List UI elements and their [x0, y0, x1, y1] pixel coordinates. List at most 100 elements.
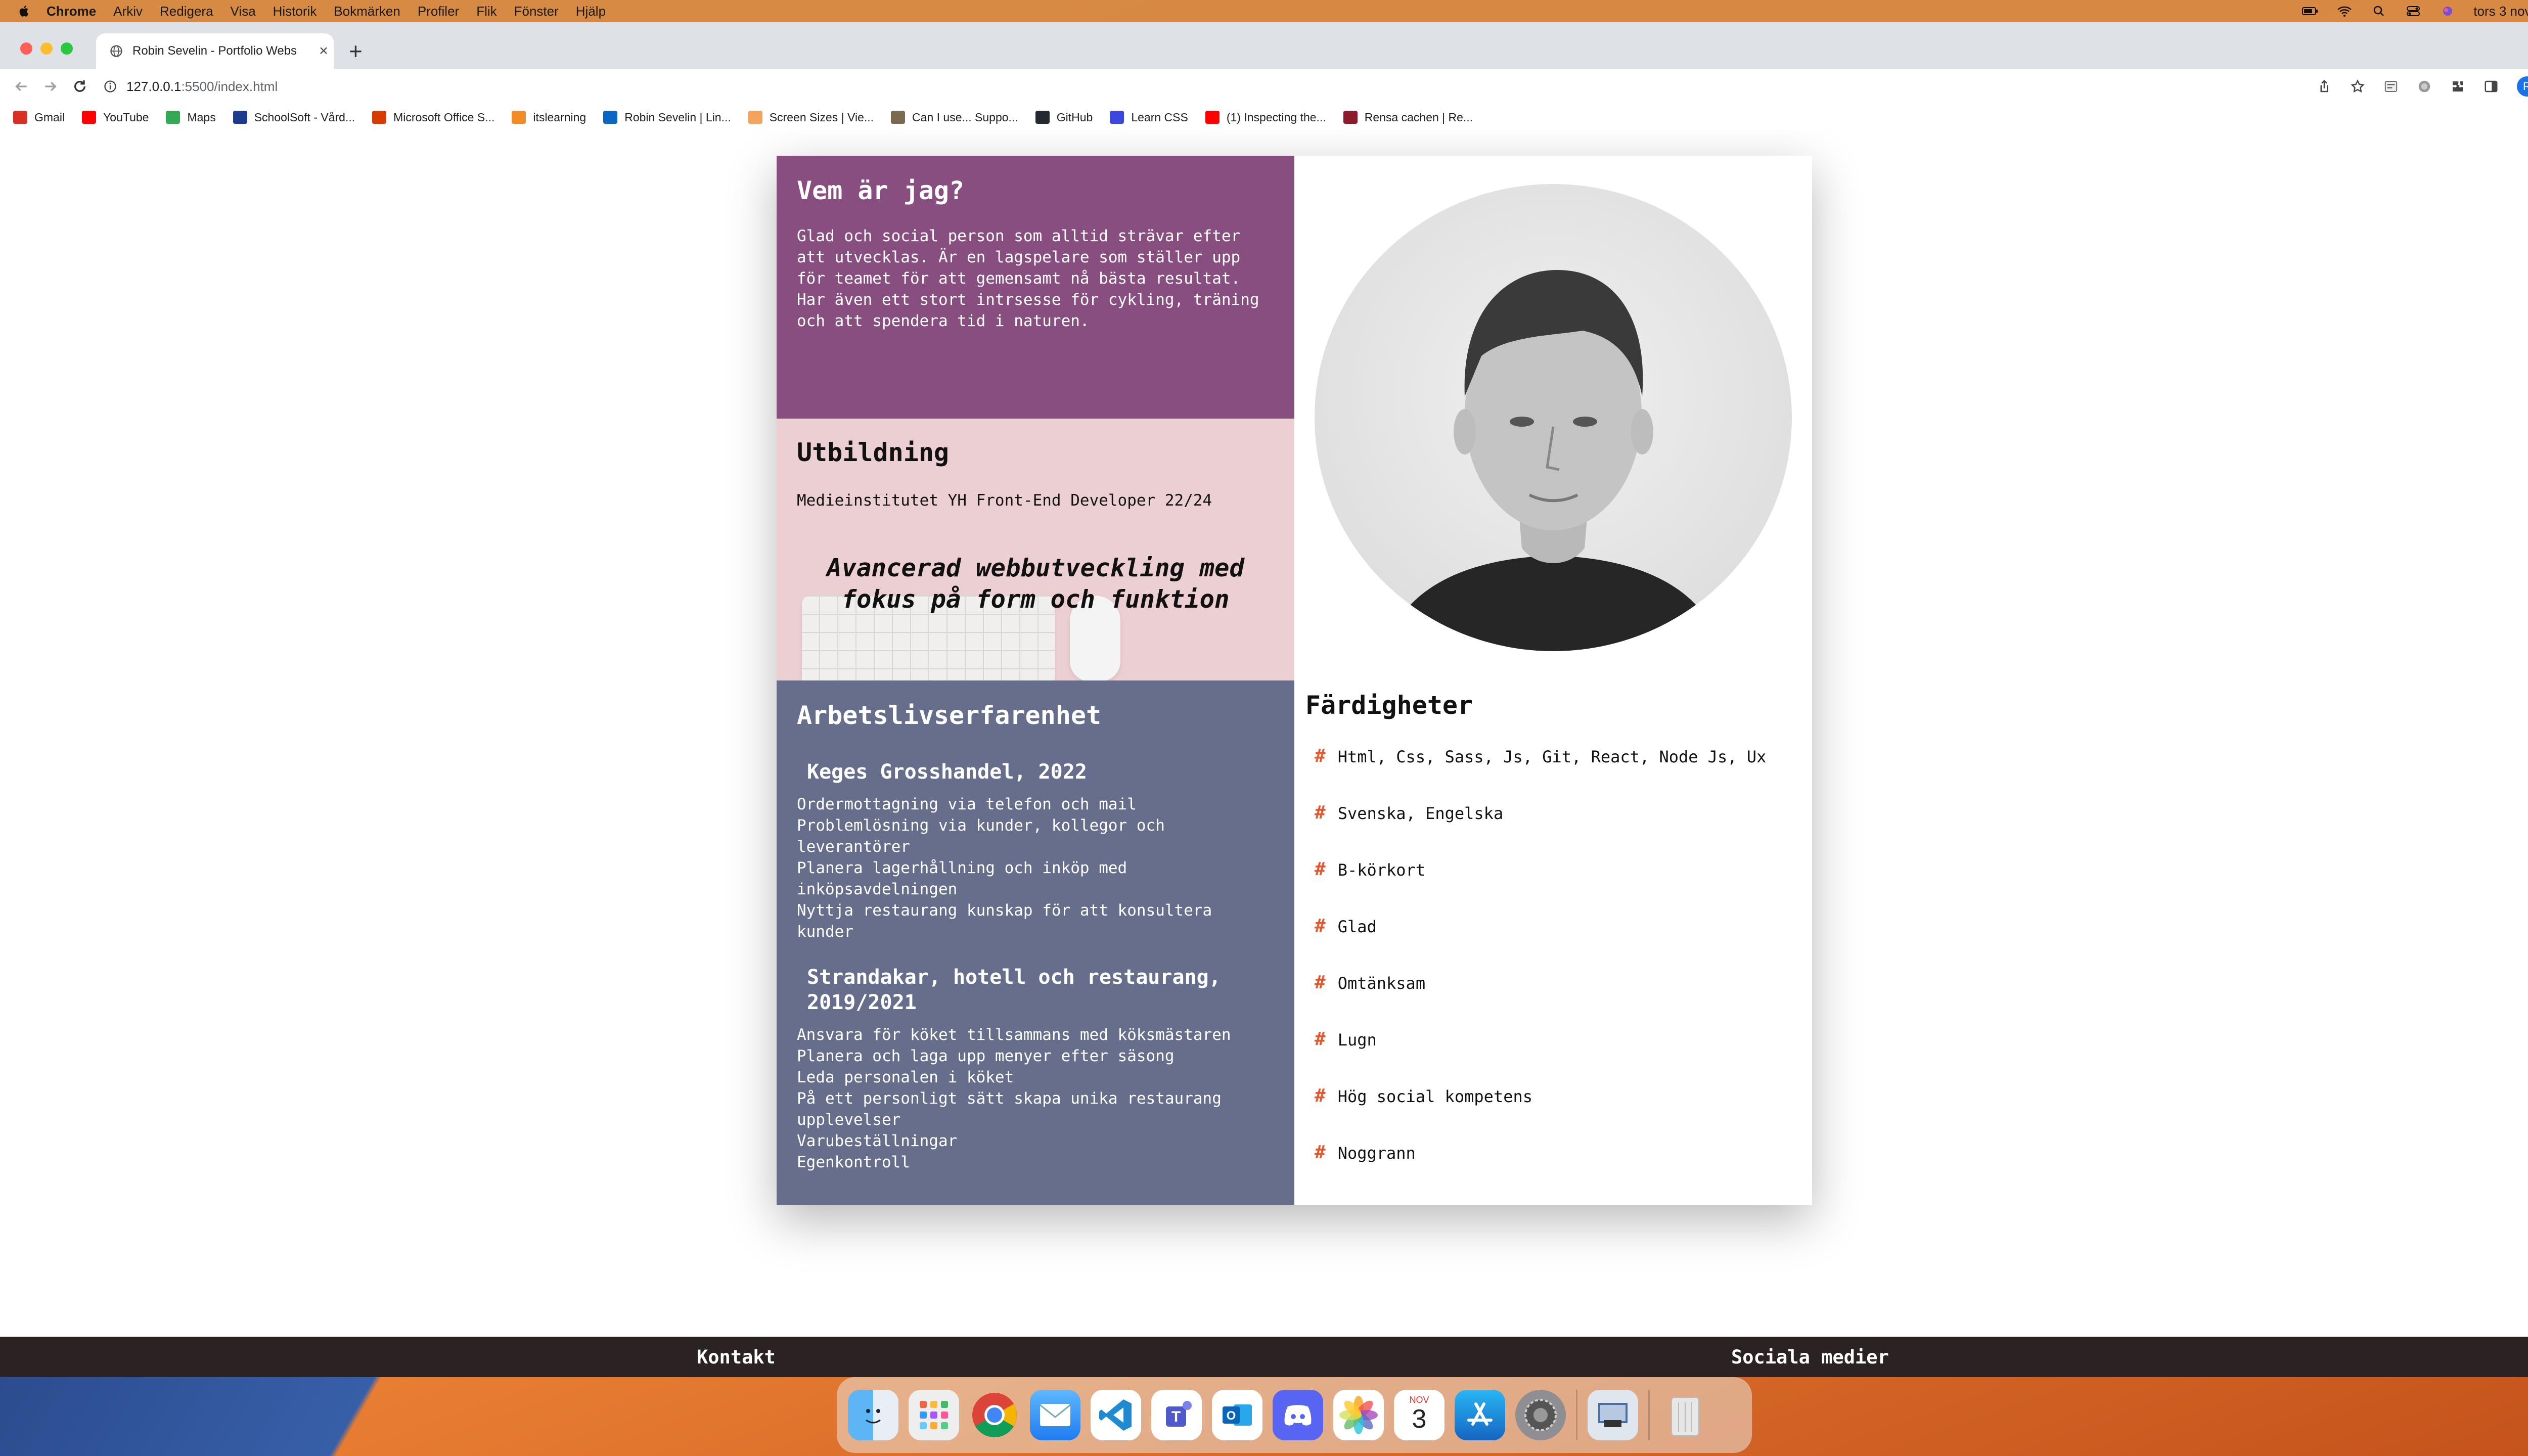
menu-historik[interactable]: Historik [273, 4, 317, 19]
window-controls [20, 42, 73, 55]
bookmark-label: Gmail [34, 110, 65, 124]
zoom-window-button[interactable] [61, 42, 73, 55]
bookmark-item[interactable]: Gmail [13, 111, 65, 124]
bookmark-item[interactable]: itslearning [512, 111, 586, 124]
bookmark-item[interactable]: Microsoft Office S... [372, 111, 494, 124]
mail-icon[interactable] [1030, 1390, 1080, 1440]
skill-label: Hög social kompetens [1337, 1087, 1532, 1106]
skill-item: # Lugn [1315, 1029, 1766, 1087]
teams-icon[interactable]: T [1151, 1390, 1202, 1440]
bookmark-item[interactable]: Screen Sizes | Vie... [748, 111, 874, 124]
bookmarks-bar: Gmail YouTube Maps SchoolSoft - Vård... Micr… [0, 104, 2528, 131]
site-info-icon[interactable] [103, 79, 117, 94]
bookmark-item[interactable]: Can I use... Suppo... [891, 111, 1018, 124]
wifi-icon[interactable] [2336, 5, 2353, 17]
job-task: Nyttja restaurang kunskap för att konsul… [797, 901, 1212, 920]
about-heading: Vem är jag? [797, 176, 965, 205]
bookmark-label: itslearning [533, 110, 586, 124]
maps-icon [166, 111, 180, 124]
extensions-puzzle-icon[interactable] [2450, 79, 2465, 94]
profile-avatar[interactable]: R [2517, 76, 2528, 97]
education-school: Medieinstitutet YH Front-End Developer 2… [797, 491, 1212, 510]
rensa-icon [1343, 111, 1358, 124]
menu-profiler[interactable]: Profiler [418, 4, 459, 19]
bookmark-label: GitHub [1056, 110, 1093, 124]
hash-icon: # [1315, 1085, 1326, 1106]
siri-icon[interactable] [2439, 5, 2456, 17]
bookmark-label: (1) Inspecting the... [1226, 110, 1326, 124]
menu-flik[interactable]: Flik [476, 4, 496, 19]
extension-translate-icon[interactable] [2383, 79, 2399, 94]
caniuse-icon [891, 111, 906, 124]
job-task: Egenkontroll [797, 1153, 910, 1171]
photos-icon[interactable] [1333, 1390, 1384, 1440]
job-task: kunder [797, 923, 853, 941]
chrome-icon[interactable] [969, 1390, 1020, 1440]
new-tab-button[interactable]: + [349, 37, 363, 65]
hash-icon: # [1315, 972, 1326, 993]
minimize-window-button[interactable] [40, 42, 53, 55]
menu-fonster[interactable]: Fönster [514, 4, 559, 19]
globe-icon [110, 45, 122, 57]
education-heading: Utbildning [797, 438, 950, 467]
bookmark-item[interactable]: SchoolSoft - Vård... [233, 111, 355, 124]
bookmark-item[interactable]: Learn CSS [1110, 111, 1188, 124]
job-title: Keges Grosshandel, 2022 [807, 759, 1274, 785]
skill-item: # Glad [1315, 916, 1766, 974]
back-icon[interactable] [13, 78, 29, 95]
footer-contact-link[interactable]: Kontakt [697, 1346, 776, 1368]
forward-icon[interactable] [42, 78, 59, 95]
url-path: :5500/index.html [181, 78, 278, 94]
bookmark-item[interactable]: (1) Inspecting the... [1205, 111, 1326, 124]
bookmark-label: Screen Sizes | Vie... [769, 110, 874, 124]
hash-icon: # [1315, 1029, 1326, 1050]
appstore-icon[interactable] [1455, 1390, 1505, 1440]
job-task: Ansvara för köket tillsammans med köksmä… [797, 1026, 1231, 1044]
discord-icon[interactable] [1273, 1390, 1323, 1440]
bookmark-item[interactable]: Maps [166, 111, 216, 124]
calendar-icon[interactable]: NOV 3 [1394, 1390, 1444, 1440]
job-title-line: 2019/2021 [807, 991, 917, 1014]
bookmark-item[interactable]: Rensa cachen | Re... [1343, 111, 1473, 124]
menu-visa[interactable]: Visa [231, 4, 256, 19]
profile-photo [1315, 184, 1792, 651]
extension-globe-icon[interactable] [2417, 79, 2432, 94]
menubar-clock[interactable]: tors 3 nov. 10:07 [2473, 4, 2528, 19]
apple-menu-icon[interactable] [17, 4, 31, 18]
about-text: Glad och social person som alltid sträva… [797, 225, 1274, 332]
footer-social-link[interactable]: Sociala medier [1731, 1346, 1889, 1368]
menu-arkiv[interactable]: Arkiv [113, 4, 143, 19]
control-center-icon[interactable] [2405, 5, 2422, 17]
close-window-button[interactable] [20, 42, 32, 55]
spotlight-search-icon[interactable] [2370, 5, 2387, 17]
address-bar[interactable]: 127.0.0.1:5500/index.html [103, 79, 278, 95]
bookmark-item[interactable]: Robin Sevelin | Lin... [603, 111, 731, 124]
bookmark-item[interactable]: YouTube [82, 111, 149, 124]
preview-icon[interactable] [1588, 1390, 1638, 1440]
education-section: Utbildning Medieinstitutet YH Front-End … [777, 419, 1294, 680]
trash-icon[interactable] [1660, 1390, 1710, 1440]
launchpad-icon[interactable] [909, 1390, 959, 1440]
bookmark-label: SchoolSoft - Vård... [254, 110, 355, 124]
reload-icon[interactable] [72, 78, 88, 95]
share-icon[interactable] [2317, 79, 2332, 94]
bookmark-item[interactable]: GitHub [1035, 111, 1093, 124]
close-tab-icon[interactable]: × [313, 42, 334, 60]
battery-icon[interactable] [2301, 5, 2319, 17]
menu-bokmarken[interactable]: Bokmärken [334, 4, 400, 19]
calendar-month: NOV [1409, 1394, 1429, 1405]
menu-app-name[interactable]: Chrome [47, 4, 96, 19]
skill-label: B-körkort [1337, 860, 1426, 880]
tab-active[interactable]: Robin Sevelin - Portfolio Webs × [96, 33, 334, 69]
settings-icon[interactable] [1515, 1390, 1566, 1440]
bookmark-star-icon[interactable] [2350, 79, 2365, 94]
skill-label: Omtänksam [1337, 974, 1426, 993]
menu-redigera[interactable]: Redigera [160, 4, 213, 19]
side-panel-icon[interactable] [2484, 79, 2499, 94]
vscode-icon[interactable] [1091, 1390, 1141, 1440]
youtube-icon [1205, 111, 1220, 124]
outlook-icon[interactable]: O [1212, 1390, 1262, 1440]
finder-icon[interactable] [848, 1390, 898, 1440]
job-task: Varubeställningar [797, 1132, 958, 1150]
menu-hjalp[interactable]: Hjälp [576, 4, 606, 19]
